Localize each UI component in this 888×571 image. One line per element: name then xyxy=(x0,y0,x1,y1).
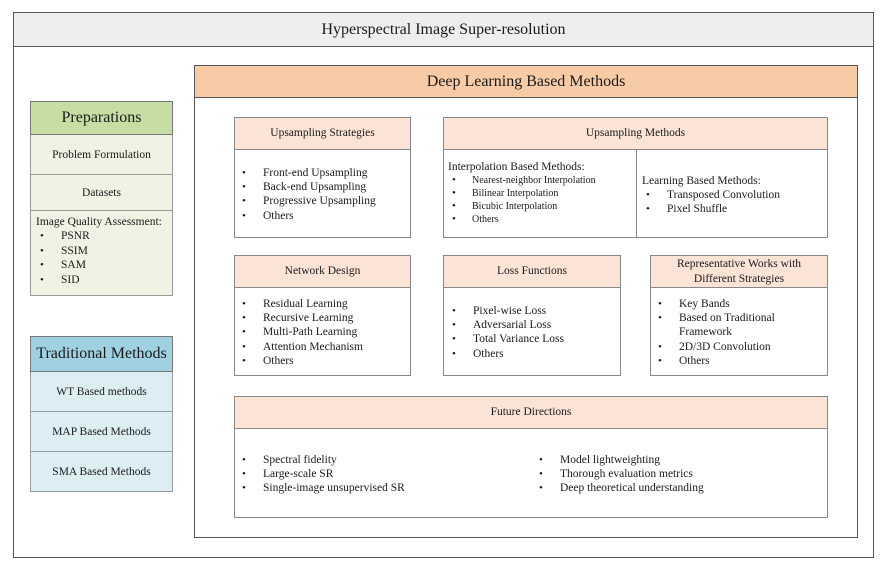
list-item: Bicubic Interpolation xyxy=(448,200,596,213)
list-item: Others xyxy=(238,209,376,223)
list-item: Large-scale SR xyxy=(238,467,405,481)
quality-assessment-title: Image Quality Assessment: xyxy=(36,216,162,228)
list-item: Model lightweighting xyxy=(535,453,704,467)
list-item: Deep theoretical understanding xyxy=(535,481,704,495)
loss-functions-list: Pixel-wise Loss Adversarial Loss Total V… xyxy=(448,304,564,361)
learning-methods-list: Transposed Convolution Pixel Shuffle xyxy=(642,188,780,217)
list-item: SID xyxy=(36,273,172,288)
list-item: Front-end Upsampling xyxy=(238,166,376,180)
future-directions-right-list: Model lightweighting Thorough evaluation… xyxy=(535,453,704,496)
upsampling-strategies-list: Front-end Upsampling Back-end Upsampling… xyxy=(238,166,376,223)
list-item: Others xyxy=(448,213,596,226)
upsampling-strategies-header: Upsampling Strategies xyxy=(234,117,411,150)
list-item: Multi-Path Learning xyxy=(238,325,363,339)
list-item: Nearest-neighbor Interpolation xyxy=(448,174,596,187)
list-item: Based on TraditionalFramework xyxy=(654,311,775,339)
list-item: Others xyxy=(448,347,564,361)
preparations-quality-assessment: Image Quality Assessment: PSNR SSIM SAM … xyxy=(30,211,173,296)
interpolation-methods-section: Interpolation Based Methods: Nearest-nei… xyxy=(448,160,596,226)
list-item: Key Bands xyxy=(654,297,775,311)
learning-methods-section: Learning Based Methods: Transposed Convo… xyxy=(642,174,780,217)
interpolation-methods-title: Interpolation Based Methods: xyxy=(448,161,585,173)
traditional-item-map: MAP Based Methods xyxy=(30,412,173,452)
learning-methods-title: Learning Based Methods: xyxy=(642,175,761,187)
list-item: Single-image unsupervised SR xyxy=(238,481,405,495)
list-item: Residual Learning xyxy=(238,297,363,311)
list-item: Total Variance Loss xyxy=(448,332,564,346)
list-item: SSIM xyxy=(36,244,172,259)
preparations-header: Preparations xyxy=(30,101,173,135)
list-item: Bilinear Interpolation xyxy=(448,187,596,200)
traditional-item-sma: SMA Based Methods xyxy=(30,452,173,492)
list-item: Pixel-wise Loss xyxy=(448,304,564,318)
future-directions-left-list: Spectral fidelity Large-scale SR Single-… xyxy=(238,453,405,496)
list-item: Others xyxy=(238,354,363,368)
list-item: Back-end Upsampling xyxy=(238,180,376,194)
quality-metrics-list: PSNR SSIM SAM SID xyxy=(36,229,172,287)
deep-learning-header: Deep Learning Based Methods xyxy=(194,65,858,98)
network-design-list: Residual Learning Recursive Learning Mul… xyxy=(238,297,363,368)
preparations-item-datasets: Datasets xyxy=(30,175,173,211)
list-item-continuation: Framework xyxy=(679,326,733,339)
interpolation-methods-list: Nearest-neighbor Interpolation Bilinear … xyxy=(448,174,596,226)
list-item: PSNR xyxy=(36,229,172,244)
representative-works-header-line1: Representative Works with xyxy=(676,258,802,271)
list-item: 2D/3D Convolution xyxy=(654,340,775,354)
network-design-header: Network Design xyxy=(234,255,411,288)
list-item: Spectral fidelity xyxy=(238,453,405,467)
representative-works-header-line2: Different Strategies xyxy=(693,272,785,285)
traditional-item-wt: WT Based methods xyxy=(30,372,173,412)
future-directions-header: Future Directions xyxy=(234,396,828,429)
list-item: SAM xyxy=(36,258,172,273)
list-item: Adversarial Loss xyxy=(448,318,564,332)
list-item: Transposed Convolution xyxy=(642,188,780,202)
traditional-methods-header: Traditional Methods xyxy=(30,336,173,372)
upsampling-methods-header: Upsampling Methods xyxy=(443,117,828,150)
list-item: Others xyxy=(654,354,775,368)
loss-functions-header: Loss Functions xyxy=(443,255,621,288)
list-item: Pixel Shuffle xyxy=(642,202,780,216)
upsampling-methods-divider xyxy=(636,150,637,238)
list-item: Thorough evaluation metrics xyxy=(535,467,704,481)
list-item-text: Based on Traditional xyxy=(679,312,775,325)
diagram-title: Hyperspectral Image Super-resolution xyxy=(13,12,874,47)
list-item: Progressive Upsampling xyxy=(238,194,376,208)
list-item: Attention Mechanism xyxy=(238,340,363,354)
representative-works-header: Representative Works with Different Stra… xyxy=(650,255,828,288)
representative-works-list: Key Bands Based on TraditionalFramework … xyxy=(654,297,775,368)
list-item: Recursive Learning xyxy=(238,311,363,325)
preparations-item-problem-formulation: Problem Formulation xyxy=(30,135,173,175)
